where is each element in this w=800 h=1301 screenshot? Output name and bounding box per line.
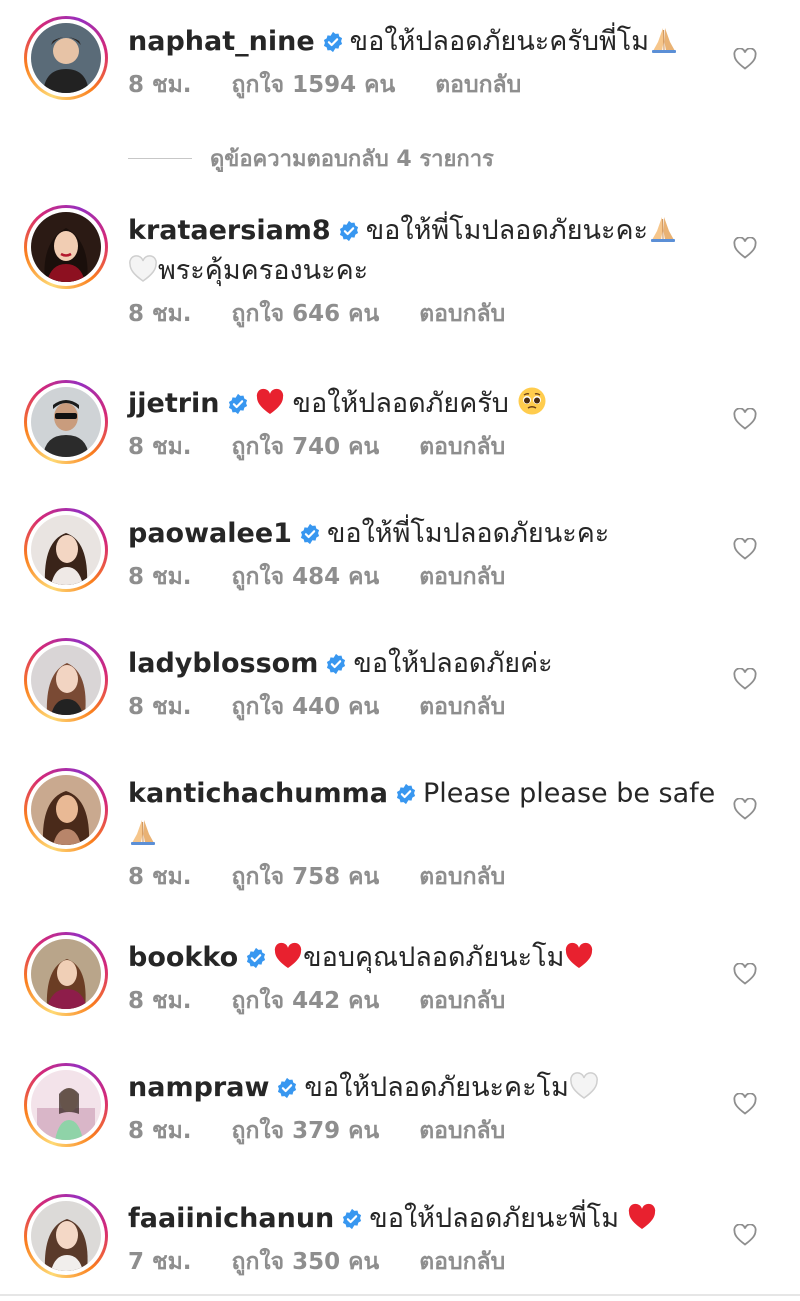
red-heart-icon [273, 942, 303, 970]
comment-time: 8 ชม. [128, 864, 192, 890]
verified-badge-icon [341, 1208, 363, 1230]
comment-text: ขอให้ปลอดภัยค่ะ [353, 648, 553, 679]
comment-time: 8 ชม. [128, 564, 192, 590]
pleading-face-icon [517, 386, 547, 416]
comment-likes[interactable]: ถูกใจ 740 คน [232, 432, 380, 462]
comment-username[interactable]: faaiinichanun [128, 1203, 334, 1234]
comment-username[interactable]: krataersiam8 [128, 215, 331, 246]
comment-text: ขอบคุณปลอดภัยนะโม [303, 942, 565, 973]
verified-badge-icon [395, 783, 417, 805]
verified-badge-icon [322, 31, 344, 53]
reply-button[interactable]: ตอบกลับ [419, 862, 505, 892]
verified-badge-icon [338, 220, 360, 242]
avatar[interactable] [24, 380, 108, 464]
red-heart-icon [627, 1203, 657, 1231]
like-heart-icon[interactable] [733, 668, 757, 690]
like-heart-icon[interactable] [733, 237, 757, 259]
comment-text: ขอให้ปลอดภัยนะครับพี่โม [349, 26, 650, 57]
reply-button[interactable]: ตอบกลับ [419, 692, 505, 722]
avatar[interactable] [24, 1063, 108, 1147]
like-heart-icon[interactable] [733, 1093, 757, 1115]
avatar[interactable] [24, 1194, 108, 1278]
like-heart-icon[interactable] [733, 798, 757, 820]
verified-badge-icon [276, 1077, 298, 1099]
comment-username[interactable]: jjetrin [128, 388, 220, 419]
reply-button[interactable]: ตอบกลับ [419, 299, 505, 329]
avatar[interactable] [24, 768, 108, 852]
avatar[interactable] [24, 932, 108, 1016]
comment-username[interactable]: naphat_nine [128, 26, 315, 57]
like-heart-icon[interactable] [733, 1224, 757, 1246]
verified-badge-icon [227, 393, 249, 415]
comment-text: ขอให้พี่โมปลอดภัยนะคะ [365, 215, 649, 246]
comment-text: ขอให้ปลอดภัยครับ [292, 388, 509, 419]
like-heart-icon[interactable] [733, 538, 757, 560]
red-heart-icon [255, 388, 285, 416]
reply-button[interactable]: ตอบกลับ [435, 70, 521, 100]
white-heart-icon [128, 255, 158, 283]
comment-text: ขอให้ปลอดภัยนะพี่โม [369, 1203, 620, 1234]
comment-username[interactable]: bookko [128, 942, 238, 973]
verified-badge-icon [325, 653, 347, 675]
comment-time: 8 ชม. [128, 694, 192, 720]
comment-username[interactable]: paowalee1 [128, 518, 292, 549]
comment-text: Please please be safe [422, 778, 716, 809]
comment-likes[interactable]: ถูกใจ 440 คน [232, 692, 380, 722]
comment-likes[interactable]: ถูกใจ 442 คน [232, 986, 380, 1016]
avatar[interactable] [24, 638, 108, 722]
comment-time: 8 ชม. [128, 988, 192, 1014]
like-heart-icon[interactable] [733, 963, 757, 985]
reply-button[interactable]: ตอบกลับ [419, 1247, 505, 1277]
comment-username[interactable]: kantichachumma [128, 778, 388, 809]
view-replies-button[interactable]: ดูข้อความตอบกลับ 4 รายการ [128, 143, 494, 173]
reply-button[interactable]: ตอบกลับ [419, 1116, 505, 1146]
comment-username[interactable]: ladyblossom [128, 648, 318, 679]
comment-username[interactable]: nampraw [128, 1072, 269, 1103]
comment-text: ขอให้ปลอดภัยนะคะโม [304, 1072, 569, 1103]
comment-time: 7 ชม. [128, 1249, 192, 1275]
avatar[interactable] [24, 205, 108, 289]
comment-time: 8 ชม. [128, 301, 192, 327]
view-replies-label: ดูข้อความตอบกลับ 4 รายการ [210, 146, 494, 172]
comment-likes[interactable]: ถูกใจ 484 คน [232, 562, 380, 592]
folded-hands-icon [648, 213, 678, 243]
folded-hands-icon [649, 24, 679, 54]
verified-badge-icon [299, 523, 321, 545]
divider [128, 157, 192, 159]
like-heart-icon[interactable] [733, 408, 757, 430]
comment-likes[interactable]: ถูกใจ 350 คน [232, 1247, 380, 1277]
folded-hands-icon [128, 816, 158, 846]
verified-badge-icon [245, 947, 267, 969]
comment-text: พระคุ้มครองนะคะ [158, 255, 369, 286]
avatar[interactable] [24, 16, 108, 100]
reply-button[interactable]: ตอบกลับ [419, 562, 505, 592]
comment-time: 8 ชม. [128, 72, 192, 98]
red-heart-icon [564, 942, 594, 970]
comment-text: ขอให้พี่โมปลอดภัยนะคะ [326, 518, 610, 549]
comment-likes[interactable]: ถูกใจ 646 คน [232, 299, 380, 329]
comment-likes[interactable]: ถูกใจ 758 คน [232, 862, 380, 892]
avatar[interactable] [24, 508, 108, 592]
like-heart-icon[interactable] [733, 48, 757, 70]
white-heart-icon [569, 1072, 599, 1100]
comment-likes[interactable]: ถูกใจ 1594 คน [232, 70, 396, 100]
comment-time: 8 ชม. [128, 434, 192, 460]
comment-likes[interactable]: ถูกใจ 379 คน [232, 1116, 380, 1146]
reply-button[interactable]: ตอบกลับ [419, 432, 505, 462]
divider [0, 1294, 800, 1296]
comment-time: 8 ชม. [128, 1118, 192, 1144]
reply-button[interactable]: ตอบกลับ [419, 986, 505, 1016]
